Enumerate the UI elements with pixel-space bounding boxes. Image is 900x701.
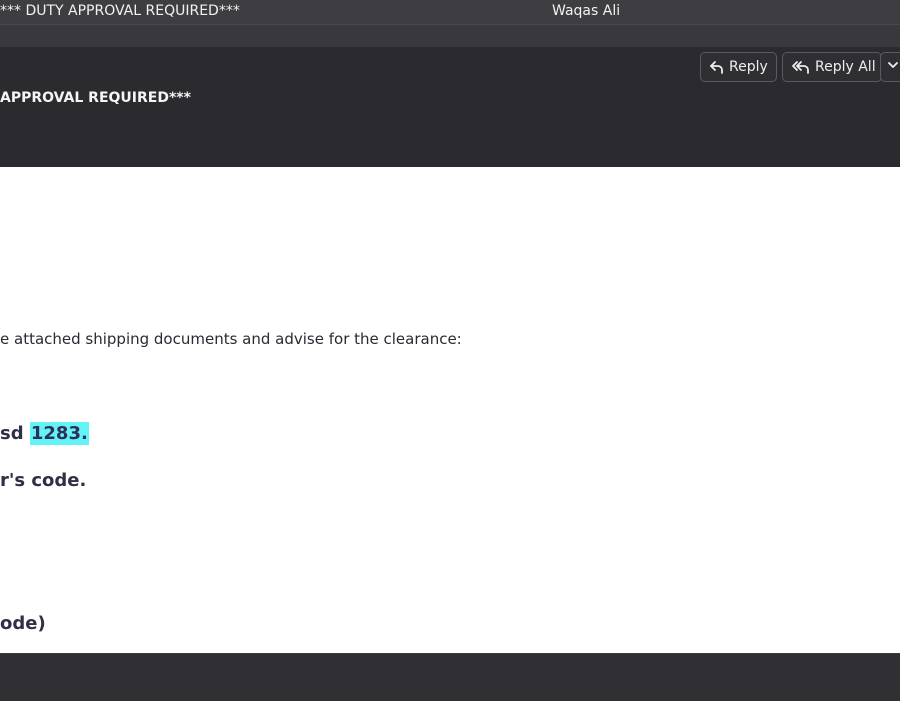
body-amount-prefix: sd bbox=[0, 423, 30, 444]
chevron-down-icon bbox=[887, 59, 899, 75]
message-list-sender: Waqas Ali bbox=[552, 3, 621, 19]
reply-all-button-label: Reply All bbox=[815, 59, 876, 75]
footer-bar bbox=[0, 653, 900, 701]
reply-button-label: Reply bbox=[729, 59, 768, 75]
reply-all-button[interactable]: Reply All bbox=[782, 52, 882, 82]
highlighted-amount: 1283. bbox=[29, 422, 89, 445]
more-reply-options-button[interactable] bbox=[880, 52, 900, 82]
body-line-closing: ode) bbox=[0, 613, 46, 634]
reply-all-icon bbox=[791, 59, 811, 75]
body-paragraph-shipping: e attached shipping documents and advise… bbox=[0, 330, 462, 348]
message-subject: APPROVAL REQUIRED*** bbox=[0, 90, 191, 106]
body-line-code: r's code. bbox=[0, 470, 87, 491]
message-list-row[interactable] bbox=[0, 24, 900, 48]
message-body: e attached shipping documents and advise… bbox=[0, 167, 900, 653]
reply-button[interactable]: Reply bbox=[700, 52, 777, 82]
message-list-row-selected[interactable]: *** DUTY APPROVAL REQUIRED*** Waqas Ali bbox=[0, 0, 900, 24]
body-line-amount: sd 1283. bbox=[0, 422, 89, 445]
message-header: Reply Reply All APPROVAL REQUIRED*** bbox=[0, 47, 900, 167]
message-list-subject: *** DUTY APPROVAL REQUIRED*** bbox=[0, 3, 240, 19]
reply-icon bbox=[709, 59, 725, 75]
